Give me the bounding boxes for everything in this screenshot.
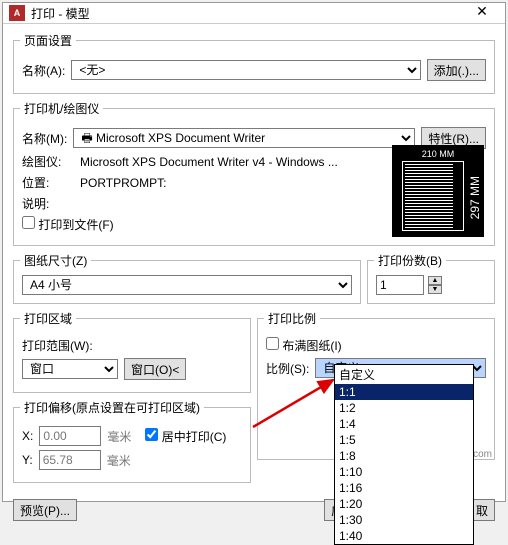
plot-area-legend: 打印区域 bbox=[20, 310, 76, 327]
scale-option[interactable]: 1:1 bbox=[335, 384, 473, 400]
scale-option[interactable]: 1:5 bbox=[335, 432, 473, 448]
page-setup-group: 页面设置 名称(A): <无> 添加(.)... bbox=[13, 32, 495, 94]
paper-size-select[interactable]: A4 小号 bbox=[22, 275, 352, 295]
print-to-file-checkbox[interactable]: 打印到文件(F) bbox=[22, 216, 114, 233]
window-title: 打印 - 模型 bbox=[31, 5, 465, 22]
app-icon: A bbox=[9, 5, 25, 21]
plot-area-group: 打印区域 打印范围(W): 窗口 窗口(O)< bbox=[13, 310, 251, 393]
center-plot-checkbox[interactable]: 居中打印(C) bbox=[145, 428, 226, 445]
page-setup-legend: 页面设置 bbox=[20, 32, 76, 49]
fit-to-paper-checkbox[interactable]: 布满图纸(I) bbox=[266, 337, 342, 354]
scale-option[interactable]: 1:20 bbox=[335, 496, 473, 512]
plotter-legend: 打印机/绘图仪 bbox=[20, 100, 103, 117]
offset-x-label: X: bbox=[22, 429, 33, 443]
page-name-label: 名称(A): bbox=[22, 62, 65, 79]
plot-offset-legend: 打印偏移(原点设置在可打印区域) bbox=[20, 399, 204, 416]
print-to-file-input[interactable] bbox=[22, 216, 35, 229]
center-plot-input[interactable] bbox=[145, 428, 158, 441]
preview-button[interactable]: 预览(P)... bbox=[13, 499, 77, 521]
scale-option[interactable]: 1:10 bbox=[335, 464, 473, 480]
plot-scale-legend: 打印比例 bbox=[264, 310, 320, 327]
offset-y-input[interactable] bbox=[39, 450, 101, 470]
paper-size-legend: 图纸尺寸(Z) bbox=[20, 252, 91, 269]
page-name-select[interactable]: <无> bbox=[71, 60, 420, 80]
plotter-where-value: PORTPROMPT: bbox=[80, 176, 166, 190]
plotter-plotter-label: 绘图仪: bbox=[22, 153, 74, 170]
copies-input[interactable] bbox=[376, 275, 424, 295]
copies-spinner[interactable]: ▲▼ bbox=[428, 276, 442, 294]
offset-x-input[interactable] bbox=[39, 426, 101, 446]
scale-dropdown-list[interactable]: 自定义1:11:21:41:51:81:101:161:201:301:40 bbox=[334, 364, 474, 545]
plotter-name-select[interactable]: 🖶 Microsoft XPS Document Writer bbox=[73, 128, 415, 148]
spin-up-icon[interactable]: ▲ bbox=[428, 276, 442, 285]
scale-option[interactable]: 1:4 bbox=[335, 416, 473, 432]
plot-what-select[interactable]: 窗口 bbox=[22, 359, 118, 379]
paper-size-group: 图纸尺寸(Z) A4 小号 bbox=[13, 252, 361, 304]
offset-y-label: Y: bbox=[22, 453, 33, 467]
plotter-plotter-value: Microsoft XPS Document Writer v4 - Windo… bbox=[80, 155, 338, 169]
plot-offset-group: 打印偏移(原点设置在可打印区域) X: 毫米 居中打印(C) Y: 毫米 bbox=[13, 399, 251, 483]
close-icon[interactable]: ✕ bbox=[465, 3, 499, 23]
plotter-where-label: 位置: bbox=[22, 174, 74, 191]
copies-group: 打印份数(B) ▲▼ bbox=[367, 252, 495, 304]
scale-option[interactable]: 1:16 bbox=[335, 480, 473, 496]
spin-down-icon[interactable]: ▼ bbox=[428, 285, 442, 294]
plotter-desc-label: 说明: bbox=[22, 195, 74, 212]
plotter-group: 打印机/绘图仪 名称(M): 🖶 Microsoft XPS Document … bbox=[13, 100, 495, 246]
scale-option[interactable]: 1:40 bbox=[335, 528, 473, 544]
preview-width-label: 210 MM bbox=[392, 149, 484, 159]
scale-option[interactable]: 1:2 bbox=[335, 400, 473, 416]
plot-what-label: 打印范围(W): bbox=[22, 337, 93, 354]
plotter-name-label: 名称(M): bbox=[22, 130, 67, 147]
scale-option[interactable]: 1:30 bbox=[335, 512, 473, 528]
fit-to-paper-input[interactable] bbox=[266, 337, 279, 350]
offset-x-unit: 毫米 bbox=[107, 428, 131, 445]
offset-y-unit: 毫米 bbox=[107, 452, 131, 469]
paper-preview: 210 MM 297 MM bbox=[392, 145, 484, 237]
preview-height-label: 297 MM bbox=[469, 163, 481, 233]
scale-option[interactable]: 自定义 bbox=[335, 365, 473, 384]
scale-option[interactable]: 1:8 bbox=[335, 448, 473, 464]
copies-legend: 打印份数(B) bbox=[374, 252, 446, 269]
scale-label: 比例(S): bbox=[266, 360, 309, 377]
window-pick-button[interactable]: 窗口(O)< bbox=[124, 358, 186, 380]
add-page-setup-button[interactable]: 添加(.)... bbox=[427, 59, 486, 81]
